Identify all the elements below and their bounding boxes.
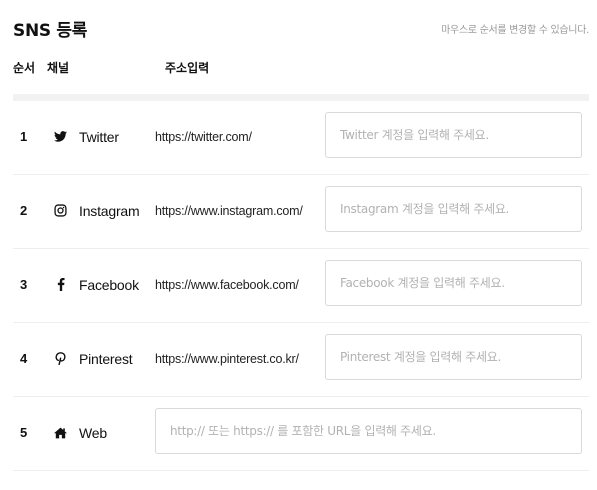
header-divider	[13, 94, 589, 101]
sns-row-facebook[interactable]: 3 Facebook https://www.facebook.com/	[13, 249, 589, 323]
row-order: 1	[20, 129, 28, 144]
web-url-input[interactable]	[155, 408, 582, 454]
row-order: 5	[20, 425, 28, 440]
channel-name: Instagram	[79, 203, 140, 219]
instagram-icon	[53, 203, 68, 218]
instagram-account-input[interactable]	[325, 186, 582, 232]
column-header-order: 순서	[13, 61, 36, 75]
facebook-account-input[interactable]	[325, 260, 582, 306]
channel-name: Facebook	[79, 277, 139, 293]
column-header: 순서 채널 주소입력	[13, 52, 589, 94]
sns-row-twitter[interactable]: 1 Twitter https://twitter.com/	[13, 101, 589, 175]
sns-row-instagram[interactable]: 2 Instagram https://www.instagram.com/	[13, 175, 589, 249]
pinterest-account-input[interactable]	[325, 334, 582, 380]
row-order: 3	[20, 277, 28, 292]
reorder-hint: 마우스로 순서를 변경할 수 있습니다.	[441, 25, 589, 36]
column-header-channel: 채널	[47, 61, 70, 75]
row-order: 4	[20, 351, 28, 366]
channel-name: Pinterest	[79, 351, 133, 367]
base-url: https://www.pinterest.co.kr/	[155, 352, 299, 366]
channel-name: Web	[79, 425, 107, 441]
base-url: https://twitter.com/	[155, 130, 252, 144]
home-icon	[53, 425, 68, 440]
section-header: SNS 등록 마우스로 순서를 변경할 수 있습니다.	[13, 0, 589, 52]
page-title: SNS 등록	[13, 21, 88, 41]
sns-row-pinterest[interactable]: 4 Pinterest https://www.pinterest.co.kr/	[13, 323, 589, 397]
twitter-icon	[53, 129, 68, 144]
base-url: https://www.instagram.com/	[155, 204, 303, 218]
sns-registration-section: SNS 등록 마우스로 순서를 변경할 수 있습니다. 순서 채널 주소입력 1…	[13, 0, 589, 471]
sns-row-web[interactable]: 5 Web	[13, 397, 589, 471]
base-url: https://www.facebook.com/	[155, 278, 299, 292]
channel-name: Twitter	[79, 129, 119, 145]
twitter-account-input[interactable]	[325, 112, 582, 158]
row-order: 2	[20, 203, 28, 218]
column-header-url: 주소입력	[165, 61, 210, 75]
facebook-icon	[53, 277, 68, 292]
pinterest-icon	[53, 351, 68, 366]
